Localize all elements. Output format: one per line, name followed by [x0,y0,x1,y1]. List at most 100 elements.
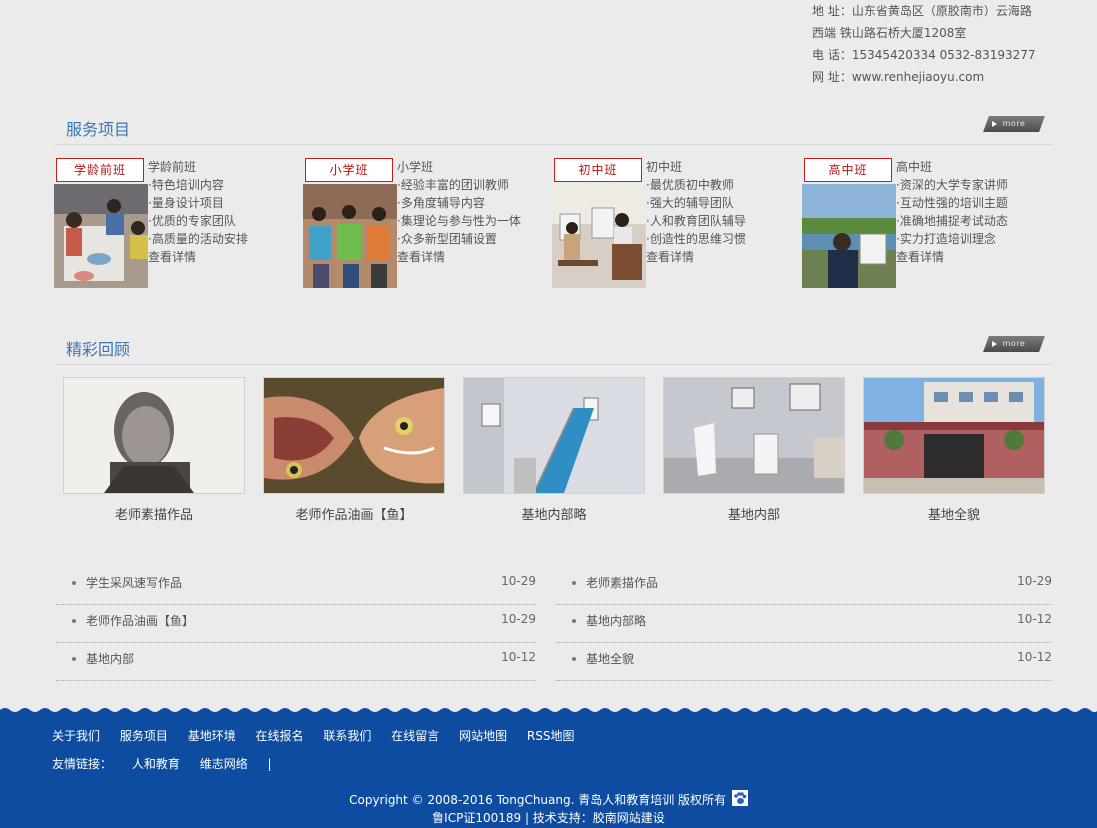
footer-nav-message[interactable]: 在线留言 [391,729,439,743]
news-title[interactable]: 基地内部略 [586,612,646,629]
footer-nav: 关于我们 服务项目 基地环境 在线报名 联系我们 在线留言 网站地图 RSS地图 [52,727,590,744]
course-tag-preschool[interactable]: 学龄前班 [56,158,144,182]
news-list-left: 学生采风速写作品 10-29 老师作品油画【鱼】 10-29 基地内部 10-1… [56,568,536,682]
course-point: 创造性的思维习惯 [646,230,746,248]
course-point: 准确地捕捉考试动态 [896,212,1008,230]
course-name[interactable]: 高中班 [896,158,1008,176]
review-title: 精彩回顾 [66,340,131,359]
course-detail-link[interactable]: 查看详情 [896,248,1008,266]
news-item[interactable]: 基地内部 10-12 [56,644,536,681]
course-photo-primary[interactable] [303,184,397,288]
copyright-text: Copyright © 2008-2016 TongChuang. 青岛人和教育… [349,793,727,807]
bullet-icon [572,581,576,585]
course-card-junior[interactable]: 初中班 初中班 最优质初中教师 强大的辅导团队 人和教育团队辅导 创造性的思维习… [552,158,792,290]
news-title[interactable]: 基地全貌 [586,650,634,667]
course-card-preschool[interactable]: 学龄前班 学龄前班 特色培训内容 量身设计项目 优质的专家团队 高质量的活动安排… [54,158,294,290]
course-photo-preschool[interactable] [54,184,148,288]
course-card-primary[interactable]: 小学班 小学班 经验丰富的团训教师 多角度辅导内容 集理论与参与性为一体 众多新… [303,158,543,290]
course-tag-primary[interactable]: 小学班 [305,158,393,182]
gallery-caption[interactable]: 基地内部 [663,504,845,523]
gallery-photo[interactable] [863,377,1045,494]
footer-friend-links: 友情链接： 人和教育 维志网络 | [52,755,288,772]
news-date: 10-29 [1017,574,1052,588]
review-more-label: more [1002,339,1026,348]
bullet-icon [572,619,576,623]
footer-copyright-block: Copyright © 2008-2016 TongChuang. 青岛人和教育… [0,790,1097,827]
bullet-icon [72,619,76,623]
gallery-caption[interactable]: 基地全貌 [863,504,1045,523]
services-more-button[interactable]: more [983,116,1045,132]
news-list-right: 老师素描作品 10-29 基地内部略 10-12 基地全貌 10-12 [556,568,1052,682]
news-date: 10-12 [501,650,536,664]
footer-nav-services[interactable]: 服务项目 [120,729,168,743]
friend-link[interactable]: 人和教育 [132,757,180,771]
footer-nav-environment[interactable]: 基地环境 [188,729,236,743]
news-item[interactable]: 基地全貌 10-12 [556,644,1052,681]
bullet-icon [572,657,576,661]
friend-link[interactable]: 维志网络 [200,757,248,771]
news-item[interactable]: 基地内部略 10-12 [556,606,1052,643]
course-name[interactable]: 小学班 [397,158,521,176]
gallery-photo[interactable] [263,377,445,494]
news-title[interactable]: 老师素描作品 [586,574,658,591]
news-title[interactable]: 老师作品油画【鱼】 [86,612,194,629]
services-title: 服务项目 [66,120,131,139]
course-info-primary: 小学班 经验丰富的团训教师 多角度辅导内容 集理论与参与性为一体 众多新型团辅设… [397,158,521,266]
course-point: 资深的大学专家讲师 [896,176,1008,194]
gallery-caption[interactable]: 老师作品油画【鱼】 [263,504,445,523]
course-point: 特色培训内容 [148,176,248,194]
course-point: 人和教育团队辅导 [646,212,746,230]
footer-nav-register[interactable]: 在线报名 [256,729,304,743]
gallery-item-exterior[interactable]: 基地全貌 [863,377,1045,523]
footer-nav-sitemap[interactable]: 网站地图 [459,729,507,743]
course-name[interactable]: 初中班 [646,158,746,176]
course-point: 优质的专家团队 [148,212,248,230]
baidu-paw-icon[interactable] [731,790,748,806]
course-photo-senior[interactable] [802,184,896,288]
gallery-item-fish[interactable]: 老师作品油画【鱼】 [263,377,445,523]
course-info-preschool: 学龄前班 特色培训内容 量身设计项目 优质的专家团队 高质量的活动安排 查看详情 [148,158,248,266]
services-more-label: more [1002,119,1026,128]
course-point: 最优质初中教师 [646,176,746,194]
icp-text[interactable]: 鲁ICP证100189 | 技术支持：胶南网站建设 [0,809,1097,827]
footer-nav-about[interactable]: 关于我们 [52,729,100,743]
bullet-icon [72,657,76,661]
course-point: 量身设计项目 [148,194,248,212]
course-photo-junior[interactable] [552,184,646,288]
course-point: 强大的辅导团队 [646,194,746,212]
course-detail-link[interactable]: 查看详情 [148,248,248,266]
course-card-senior[interactable]: 高中班 高中班 资深的大学专家讲师 互动性强的培训主题 准确地捕捉考试动态 实力… [802,158,1042,290]
course-name[interactable]: 学龄前班 [148,158,248,176]
gallery-photo[interactable] [663,377,845,494]
friend-links-separator: | [267,757,272,771]
services-header: 服务项目 more [55,114,1052,145]
course-point: 高质量的活动安排 [148,230,248,248]
gallery-photo[interactable] [63,377,245,494]
news-title[interactable]: 基地内部 [86,650,134,667]
review-more-button[interactable]: more [983,336,1045,352]
course-tag-senior[interactable]: 高中班 [804,158,892,182]
course-tag-junior[interactable]: 初中班 [554,158,642,182]
news-title[interactable]: 学生采风速写作品 [86,574,182,591]
gallery-photo[interactable] [463,377,645,494]
contact-info: 地 址：山东省黄岛区（原胶南市）云海路 西端 铁山路石桥大厦1208室 电 话：… [812,0,1082,88]
footer-nav-rss[interactable]: RSS地图 [527,729,575,743]
course-point: 集理论与参与性为一体 [397,212,521,230]
news-date: 10-29 [501,612,536,626]
gallery-caption[interactable]: 老师素描作品 [63,504,245,523]
gallery-item-interior[interactable]: 基地内部 [663,377,845,523]
course-point: 互动性强的培训主题 [896,194,1008,212]
gallery-caption[interactable]: 基地内部略 [463,504,645,523]
course-point: 实力打造培训理念 [896,230,1008,248]
course-detail-link[interactable]: 查看详情 [397,248,521,266]
footer-nav-contact[interactable]: 联系我们 [323,729,371,743]
news-date: 10-29 [501,574,536,588]
news-item[interactable]: 老师作品油画【鱼】 10-29 [56,606,536,643]
bullet-icon [72,581,76,585]
news-item[interactable]: 学生采风速写作品 10-29 [56,568,536,605]
gallery-item-stairs[interactable]: 基地内部略 [463,377,645,523]
gallery-item-sketch[interactable]: 老师素描作品 [63,377,245,523]
course-detail-link[interactable]: 查看详情 [646,248,746,266]
course-info-senior: 高中班 资深的大学专家讲师 互动性强的培训主题 准确地捕捉考试动态 实力打造培训… [896,158,1008,266]
news-item[interactable]: 老师素描作品 10-29 [556,568,1052,605]
